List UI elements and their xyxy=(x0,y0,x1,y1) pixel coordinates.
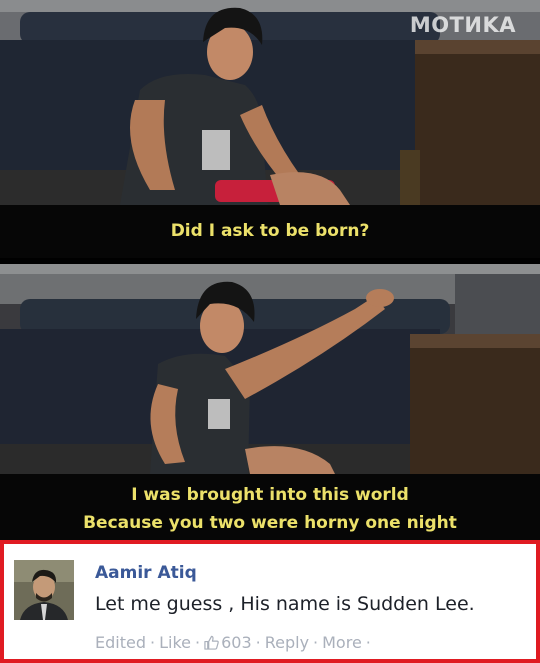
avatar-portrait-icon xyxy=(14,560,74,620)
panel-1: Did I ask to be born? MOTИKA xyxy=(0,0,540,258)
comment-actions: Edited · Like · 603 · Reply · More · xyxy=(95,633,375,654)
caption-line: I was brought into this world xyxy=(131,485,409,505)
caption-line: Because you two were horny one night xyxy=(83,513,457,533)
separator: · xyxy=(255,633,261,652)
edited-label[interactable]: Edited xyxy=(95,633,146,652)
watermark: MOTИKA xyxy=(409,13,516,37)
caption-2: I was brought into this world Because yo… xyxy=(0,474,540,537)
like-count: 603 xyxy=(221,633,252,652)
caption-bar-2: I was brought into this world Because yo… xyxy=(0,474,540,540)
like-link[interactable]: Like xyxy=(159,633,191,652)
caption-bar-1: Did I ask to be born? xyxy=(0,205,540,258)
avatar[interactable] xyxy=(14,560,74,620)
caption-line: Did I ask to be born? xyxy=(170,221,370,241)
separator: · xyxy=(149,633,156,652)
meme-image: Did I ask to be born? MOTИKA I was broug… xyxy=(0,0,540,663)
more-link[interactable]: More xyxy=(322,633,362,652)
comment-author[interactable]: Aamir Atiq xyxy=(95,563,197,583)
comment-text: Let me guess , His name is Sudden Lee. xyxy=(95,593,475,615)
caption-1: Did I ask to be born? xyxy=(0,205,540,245)
separator: · xyxy=(365,633,371,652)
thumbs-up-icon[interactable] xyxy=(204,635,219,654)
separator: · xyxy=(313,633,319,652)
separator: · xyxy=(194,633,201,652)
comment-card: Aamir Atiq Let me guess , His name is Su… xyxy=(0,540,540,663)
panel-2: I was brought into this world Because yo… xyxy=(0,258,540,540)
reply-link[interactable]: Reply xyxy=(265,633,309,652)
scene-illustration-2 xyxy=(0,264,540,474)
